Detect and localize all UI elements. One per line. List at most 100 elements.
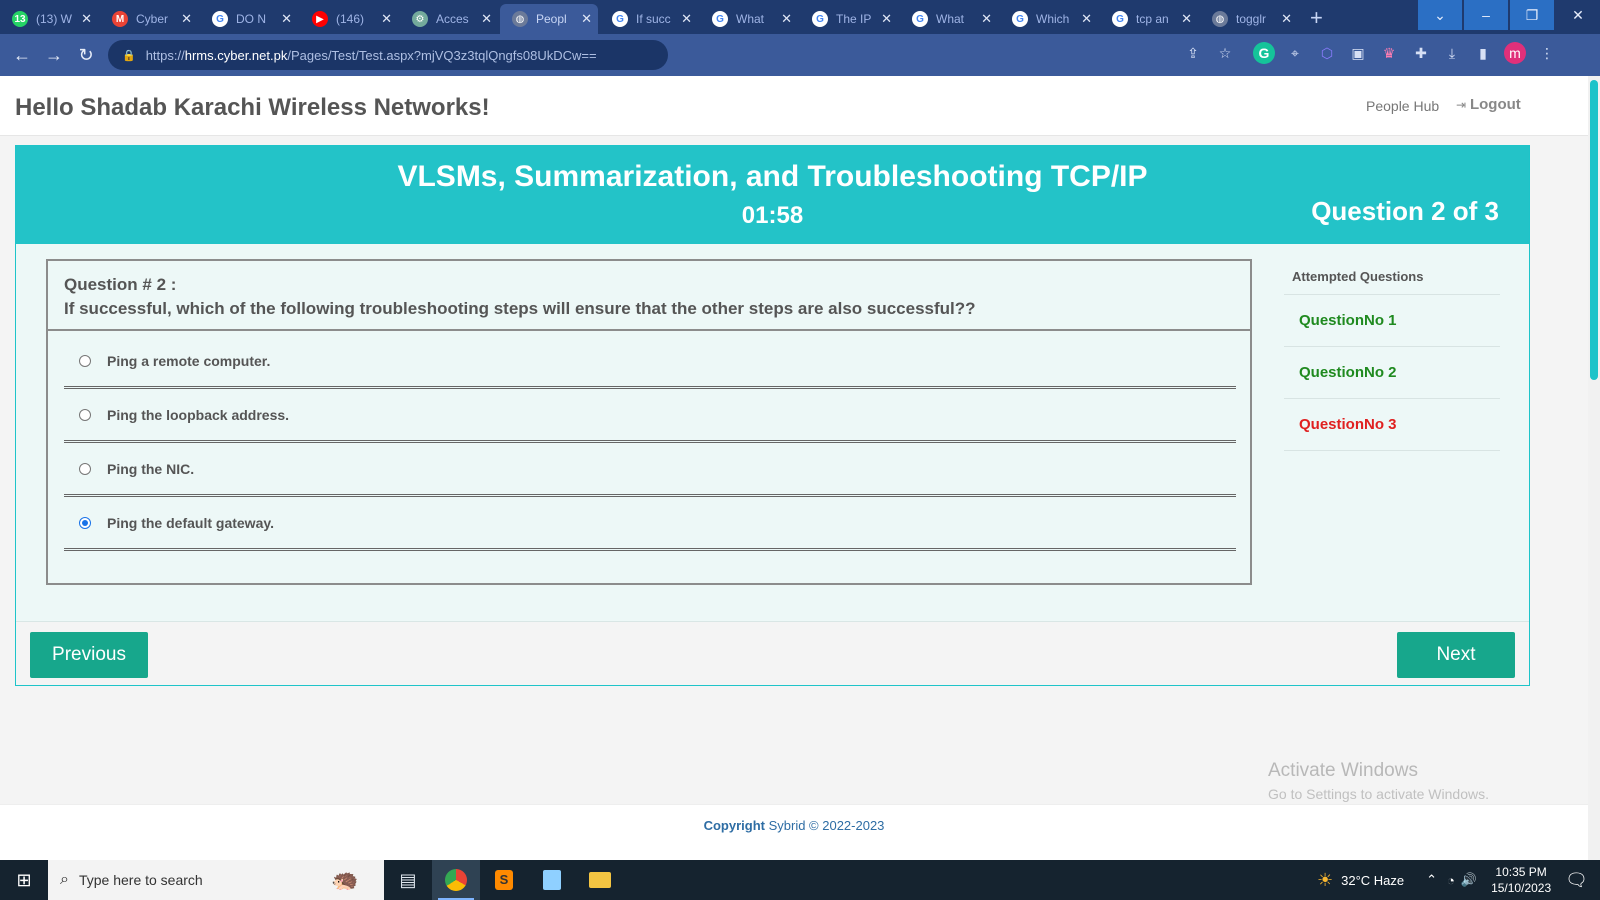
bookmark-star-icon[interactable]: ☆	[1214, 42, 1236, 64]
browser-tab[interactable]: 13 (13) W ✕	[0, 4, 98, 34]
new-tab-button[interactable]: +	[1310, 5, 1323, 31]
close-tab-icon[interactable]: ✕	[1181, 11, 1192, 27]
lock-icon: 🔒	[122, 49, 136, 62]
extension-fc-icon[interactable]: ▣	[1347, 42, 1369, 64]
close-window-button[interactable]: ✕	[1556, 0, 1600, 30]
tab-title: What	[736, 12, 765, 26]
browser-menu-icon[interactable]: ⋮	[1536, 42, 1558, 64]
answer-radio[interactable]	[79, 408, 91, 421]
page-scrollbar[interactable]	[1588, 76, 1600, 860]
attempted-question-link[interactable]: QuestionNo 3	[1284, 399, 1500, 451]
restore-button[interactable]: ❐	[1510, 0, 1554, 30]
extensions-puzzle-icon[interactable]: ✚	[1410, 42, 1432, 64]
answer-radio[interactable]	[79, 354, 91, 367]
back-arrow-icon[interactable]: ←	[6, 45, 38, 66]
notifications-icon[interactable]: 🗨	[1565, 870, 1588, 891]
browser-tab[interactable]: G DO N ✕	[200, 4, 298, 34]
close-tab-icon[interactable]: ✕	[981, 11, 992, 27]
close-tab-icon[interactable]: ✕	[181, 11, 192, 27]
forward-arrow-icon[interactable]: →	[38, 45, 70, 66]
google-icon: G	[212, 11, 228, 27]
browser-tab[interactable]: G What ✕	[700, 4, 798, 34]
windows-start-icon[interactable]: ⊞	[0, 860, 48, 900]
taskbar-search-box[interactable]: ⌕ Type here to search 🦔	[48, 860, 384, 900]
question-counter: Question 2 of 3	[1311, 196, 1499, 226]
answer-option[interactable]: Ping the default gateway.	[64, 497, 1236, 551]
taskbar-clock[interactable]: 10:35 PM 15/10/2023	[1491, 864, 1551, 896]
sublime-text-icon[interactable]: S	[480, 860, 528, 900]
reload-icon[interactable]: ↻	[70, 45, 102, 66]
extension-cursor-icon[interactable]: ⌖	[1284, 42, 1306, 64]
answer-radio[interactable]	[79, 462, 91, 475]
browser-tab[interactable]: ◍ togglr ✕	[1200, 4, 1298, 34]
tab-title: Acces	[436, 12, 469, 26]
tab-search-icon[interactable]: ⌄	[1418, 0, 1462, 30]
extension-hex-icon[interactable]: ⬡	[1316, 42, 1338, 64]
next-button[interactable]: Next	[1397, 632, 1515, 678]
logout-link[interactable]: ⇥ Logout	[1456, 96, 1521, 113]
scrollbar-thumb[interactable]	[1590, 80, 1598, 380]
google-icon: G	[812, 11, 828, 27]
file-explorer-icon[interactable]	[576, 860, 624, 900]
google-icon: G	[712, 11, 728, 27]
chrome-taskbar-icon[interactable]	[432, 860, 480, 900]
tray-chevron-icon[interactable]: ⌃	[1426, 872, 1437, 888]
browser-tab[interactable]: G What ✕	[900, 4, 998, 34]
notepad-icon[interactable]	[528, 860, 576, 900]
profile-avatar[interactable]: m	[1504, 42, 1526, 64]
close-tab-icon[interactable]: ✕	[681, 11, 692, 27]
weather-text[interactable]: 32°C Haze	[1341, 873, 1404, 888]
browser-tab[interactable]: G The IP ✕	[800, 4, 898, 34]
answer-radio[interactable]	[79, 516, 91, 529]
navigation-bar: Previous Next	[16, 621, 1529, 685]
tab-title: tcp an	[1136, 12, 1169, 26]
globe-icon: ◍	[512, 11, 528, 27]
browser-tab[interactable]: G Which ✕	[1000, 4, 1098, 34]
network-icon[interactable]: ◔	[1447, 873, 1455, 888]
google-icon: G	[1012, 11, 1028, 27]
answer-label: Ping the default gateway.	[107, 514, 274, 531]
test-banner: VLSMs, Summarization, and Troubleshootin…	[16, 146, 1529, 244]
close-tab-icon[interactable]: ✕	[581, 11, 592, 27]
page-footer: Copyright Sybrid © 2022-2023	[0, 804, 1588, 860]
close-tab-icon[interactable]: ✕	[81, 11, 92, 27]
question-card: Question # 2 : If successful, which of t…	[46, 259, 1252, 585]
address-bar[interactable]: 🔒 https://hrms.cyber.net.pk/Pages/Test/T…	[108, 40, 668, 70]
browser-tab[interactable]: ⚙ Acces ✕	[400, 4, 498, 34]
activate-windows-title: Activate Windows	[1268, 760, 1418, 781]
answer-option[interactable]: Ping the loopback address.	[64, 389, 1236, 443]
close-tab-icon[interactable]: ✕	[381, 11, 392, 27]
close-tab-icon[interactable]: ✕	[481, 11, 492, 27]
attempted-question-link[interactable]: QuestionNo 1	[1284, 295, 1500, 347]
grammarly-icon[interactable]: G	[1253, 42, 1275, 64]
search-icon: ⌕	[60, 871, 69, 888]
copyright-text: Sybrid © 2022-2023	[768, 818, 885, 833]
question-text: If successful, which of the following tr…	[64, 299, 976, 318]
system-tray: ☀ 32°C Haze ⌃ ◔ 🔊 10:35 PM 15/10/2023 🗨	[1317, 860, 1600, 900]
close-tab-icon[interactable]: ✕	[281, 11, 292, 27]
close-tab-icon[interactable]: ✕	[1281, 11, 1292, 27]
volume-icon[interactable]: 🔊	[1461, 872, 1477, 888]
previous-button[interactable]: Previous	[30, 632, 148, 678]
share-icon[interactable]: ⇪	[1182, 42, 1204, 64]
downloads-icon[interactable]: ⤓	[1441, 42, 1463, 64]
browser-tab[interactable]: ▶ (146) ✕	[300, 4, 398, 34]
task-view-icon[interactable]: ▤	[384, 860, 432, 900]
browser-tab[interactable]: G If succ ✕	[600, 4, 698, 34]
close-tab-icon[interactable]: ✕	[881, 11, 892, 27]
answer-option[interactable]: Ping a remote computer.	[64, 335, 1236, 389]
extension-crown-icon[interactable]: ♛	[1378, 42, 1400, 64]
people-hub-link[interactable]: People Hub	[1366, 98, 1439, 114]
tab-title: If succ	[636, 12, 671, 26]
test-title: VLSMs, Summarization, and Troubleshootin…	[397, 160, 1148, 193]
minimize-button[interactable]: –	[1464, 0, 1508, 30]
google-icon: G	[1112, 11, 1128, 27]
browser-tab[interactable]: M Cyber ✕	[100, 4, 198, 34]
close-tab-icon[interactable]: ✕	[781, 11, 792, 27]
browser-tab[interactable]: Gtcp an ✕	[1100, 4, 1198, 34]
attempted-question-link[interactable]: QuestionNo 2	[1284, 347, 1500, 399]
close-tab-icon[interactable]: ✕	[1081, 11, 1092, 27]
answer-option[interactable]: Ping the NIC.	[64, 443, 1236, 497]
side-panel-icon[interactable]: ▮	[1472, 42, 1494, 64]
browser-tab[interactable]: ◍ Peopl ✕	[500, 4, 598, 34]
